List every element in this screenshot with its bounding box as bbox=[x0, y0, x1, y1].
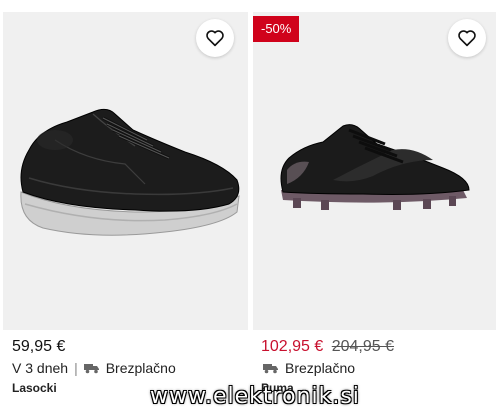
product-card[interactable]: 59,95 € V 3 dneh | Brezplačno Lasocki bbox=[0, 0, 249, 412]
product-price: 59,95 € bbox=[12, 338, 66, 355]
product-brand[interactable]: Lasocki bbox=[12, 381, 57, 395]
delivery-time: V 3 dneh bbox=[12, 360, 69, 376]
wishlist-button[interactable] bbox=[196, 19, 234, 57]
wishlist-button[interactable] bbox=[448, 19, 486, 57]
product-grid: 59,95 € V 3 dneh | Brezplačno Lasocki -5… bbox=[0, 0, 500, 412]
delivery-info: Brezplačno bbox=[263, 360, 355, 376]
truck-icon bbox=[263, 362, 279, 374]
watermark: www.elektronik.si bbox=[150, 384, 360, 409]
black-leather-sneaker-image bbox=[20, 108, 240, 236]
delivery-info: V 3 dneh | Brezplačno bbox=[12, 360, 176, 376]
separator: | bbox=[74, 360, 78, 376]
truck-icon bbox=[83, 362, 100, 374]
free-shipping-label: Brezplačno bbox=[105, 360, 176, 376]
product-card[interactable]: -50% 102,95 € 204,95 € Brezplačno Puma bbox=[252, 0, 500, 412]
product-image[interactable] bbox=[253, 12, 496, 330]
black-football-boot-image bbox=[280, 124, 470, 210]
free-shipping-label: Brezplačno bbox=[285, 360, 356, 376]
product-image[interactable] bbox=[3, 12, 248, 330]
heart-outline-icon bbox=[458, 30, 476, 47]
price-row: 102,95 € 204,95 € bbox=[261, 338, 394, 356]
original-price: 204,95 € bbox=[331, 338, 395, 355]
discount-badge: -50% bbox=[253, 16, 300, 42]
sale-price: 102,95 € bbox=[261, 338, 324, 355]
heart-outline-icon bbox=[206, 30, 224, 47]
price-row: 59,95 € bbox=[12, 338, 65, 356]
